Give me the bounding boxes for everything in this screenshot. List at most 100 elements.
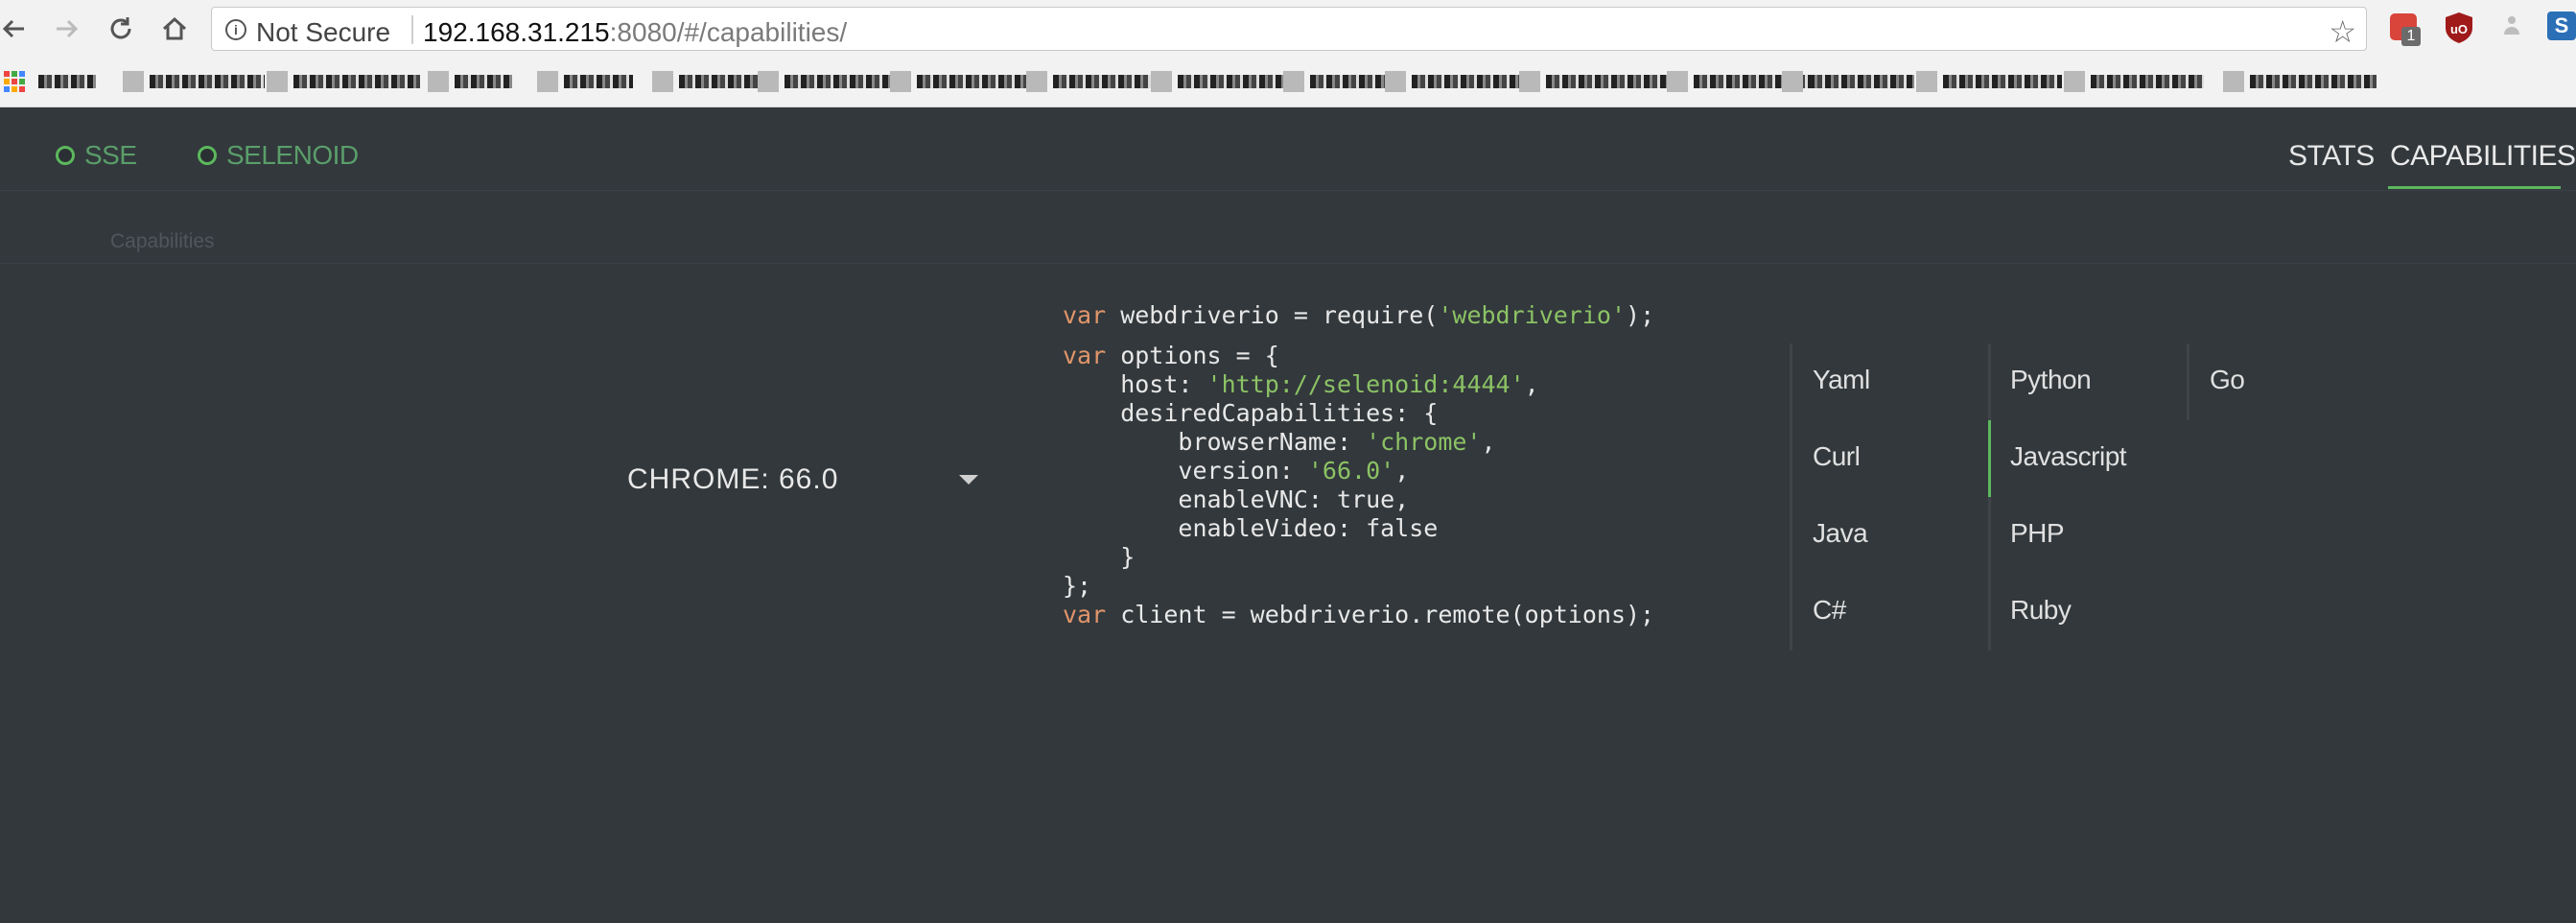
status-selenoid: SELENOID xyxy=(198,140,359,171)
code-token: , xyxy=(1394,457,1410,485)
bookmark-item[interactable] xyxy=(758,67,890,96)
active-language-indicator xyxy=(1988,420,1991,497)
active-tab-indicator xyxy=(2388,186,2561,189)
code-token: ); xyxy=(1626,301,1655,329)
code-token: browserName: xyxy=(1063,428,1367,456)
code-token: , xyxy=(1524,370,1539,398)
code-token: , xyxy=(1481,428,1496,456)
code-token: version: xyxy=(1063,457,1308,485)
code-line: host: 'http://selenoid:4444', xyxy=(1063,370,1654,399)
breadcrumb: Capabilities xyxy=(110,230,215,252)
code-line: }; xyxy=(1063,572,1654,601)
selected-browser-label: CHROME: 66.0 xyxy=(627,463,839,495)
bookmark-item[interactable] xyxy=(1782,67,1914,96)
bookmark-item[interactable] xyxy=(652,67,760,96)
reload-button[interactable] xyxy=(102,10,140,48)
extension-badge-count: 1 xyxy=(2401,27,2421,46)
code-line: } xyxy=(1063,543,1654,572)
lang-curl[interactable]: Curl xyxy=(1813,441,1861,472)
bookmark-item[interactable] xyxy=(1283,67,1393,96)
code-token: desiredCapabilities: { xyxy=(1063,399,1439,427)
bookmark-item[interactable] xyxy=(1026,67,1153,96)
browser-version-select[interactable]: CHROME: 66.0 xyxy=(627,459,978,501)
bookmark-item[interactable] xyxy=(2223,67,2377,96)
home-button[interactable] xyxy=(155,10,194,48)
bookmark-item[interactable] xyxy=(38,67,96,96)
code-token: webdriverio = require( xyxy=(1106,301,1439,329)
bookmark-item[interactable] xyxy=(1519,67,1671,96)
lang-javascript[interactable]: Javascript xyxy=(2010,441,2127,472)
home-icon xyxy=(162,16,187,40)
code-token: var xyxy=(1063,342,1107,369)
status-dot-icon xyxy=(198,146,217,165)
lang-ruby[interactable]: Ruby xyxy=(2010,595,2072,626)
tab-capabilities[interactable]: CAPABILITIES xyxy=(2390,140,2576,173)
status-sse: SSE xyxy=(56,140,137,171)
back-arrow-icon xyxy=(2,19,24,38)
bookmark-item[interactable] xyxy=(267,67,420,96)
code-line: var client = webdriverio.remote(options)… xyxy=(1063,601,1654,629)
code-token: options = { xyxy=(1106,342,1279,369)
bookmarks-bar xyxy=(0,58,2576,107)
url-text[interactable]: 192.168.31.215:8080/#/capabilities/ xyxy=(423,17,847,48)
lang-php[interactable]: PHP xyxy=(2010,518,2065,549)
code-token: }; xyxy=(1063,572,1092,600)
code-token: var xyxy=(1063,601,1107,628)
dropdown-caret-icon xyxy=(959,475,978,485)
lang-column-divider xyxy=(1988,343,1991,651)
code-token: host: xyxy=(1063,370,1207,398)
code-line: var webdriverio = require('webdriverio')… xyxy=(1063,301,1654,330)
code-token: client = webdriverio.remote(options); xyxy=(1106,601,1655,628)
code-token: var xyxy=(1063,301,1107,329)
bookmark-item[interactable] xyxy=(1916,67,2062,96)
code-snippet: var webdriverio = require('webdriverio')… xyxy=(1063,301,1654,629)
code-token: enableVideo: false xyxy=(1063,514,1439,542)
tab-stats[interactable]: STATS xyxy=(2288,140,2375,173)
code-token: 'chrome' xyxy=(1366,428,1482,456)
lang-column-divider xyxy=(2187,343,2190,420)
code-line: desiredCapabilities: { xyxy=(1063,399,1654,428)
lang-python[interactable]: Python xyxy=(2010,365,2092,395)
code-line: enableVNC: true, xyxy=(1063,485,1654,514)
code-token: } xyxy=(1063,543,1136,571)
code-line: var options = { xyxy=(1063,342,1654,370)
code-token: 'http://selenoid:4444' xyxy=(1206,370,1525,398)
url-path: :8080/#/capabilities/ xyxy=(609,17,848,47)
lang-csharp[interactable]: C# xyxy=(1813,595,1846,626)
lang-column-divider xyxy=(1790,343,1792,651)
info-icon[interactable]: i xyxy=(225,19,246,40)
bookmark-item[interactable] xyxy=(1151,67,1302,96)
bookmark-item[interactable] xyxy=(2064,67,2204,96)
people-icon[interactable] xyxy=(2497,12,2532,46)
ublock-icon[interactable]: uO xyxy=(2444,12,2478,46)
extension-s-icon[interactable]: S xyxy=(2547,12,2576,46)
bookmark-item[interactable] xyxy=(537,67,633,96)
breadcrumb-divider xyxy=(0,263,2576,264)
status-dot-icon xyxy=(56,146,75,165)
status-label-sse: SSE xyxy=(84,140,137,170)
reload-icon xyxy=(110,17,131,39)
forward-arrow-icon xyxy=(57,19,79,38)
bookmark-star-icon[interactable]: ☆ xyxy=(2329,13,2356,50)
lang-yaml[interactable]: Yaml xyxy=(1813,365,1870,395)
status-label-selenoid: SELENOID xyxy=(226,140,359,170)
back-button[interactable] xyxy=(0,10,33,48)
selenoid-ui: SSE SELENOID STATS CAPABILITIES Capabili… xyxy=(0,107,2576,923)
code-line: version: '66.0', xyxy=(1063,457,1654,485)
extension-badge-icon[interactable]: 1 xyxy=(2388,12,2423,46)
bookmark-item[interactable] xyxy=(123,67,265,96)
bookmark-item[interactable] xyxy=(428,67,512,96)
apps-grid-icon[interactable] xyxy=(4,67,25,96)
url-host: 192.168.31.215 xyxy=(423,17,610,47)
lang-go[interactable]: Go xyxy=(2210,365,2245,395)
code-token: '66.0' xyxy=(1307,457,1395,485)
lang-java[interactable]: Java xyxy=(1813,518,1868,549)
bookmark-item[interactable] xyxy=(1385,67,1523,96)
security-label[interactable]: Not Secure xyxy=(256,17,390,48)
forward-button[interactable] xyxy=(48,10,86,48)
address-bar[interactable]: i Not Secure 192.168.31.215:8080/#/capab… xyxy=(211,7,2367,51)
browser-toolbar: i Not Secure 192.168.31.215:8080/#/capab… xyxy=(0,0,2576,58)
code-line: browserName: 'chrome', xyxy=(1063,428,1654,457)
bookmark-item[interactable] xyxy=(890,67,1026,96)
